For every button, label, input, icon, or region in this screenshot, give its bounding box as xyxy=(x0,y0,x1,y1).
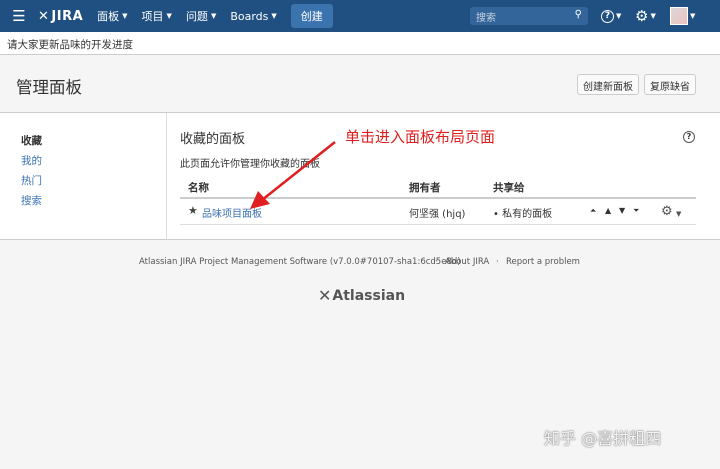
column-header-name[interactable]: 名称 xyxy=(188,180,209,195)
star-icon[interactable]: ★ xyxy=(188,204,198,217)
jira-logo-mark-icon: ✕ xyxy=(38,8,50,24)
chevron-down-icon: ▼ xyxy=(122,12,128,20)
column-header-shared: 共享给 xyxy=(493,182,525,194)
column-header-owner: 拥有者 xyxy=(409,182,441,194)
sidebar-item-search[interactable]: 搜索 xyxy=(21,191,42,211)
help-icon[interactable]: ? xyxy=(683,131,695,143)
footer-version: Atlassian JIRA Project Management Softwa… xyxy=(139,257,461,267)
chevron-down-icon[interactable]: ▼ xyxy=(676,210,681,218)
chevron-down-icon: ▼ xyxy=(210,12,217,20)
announcement-banner: 请大家更新品味的开发进度 xyxy=(0,32,720,55)
avatar xyxy=(670,7,688,25)
footer-separator: · xyxy=(435,257,438,267)
user-profile-menu[interactable]: ▼ xyxy=(670,0,695,32)
nav-issues-menu[interactable]: 问题 ▼ xyxy=(186,8,216,24)
chevron-down-icon: ▼ xyxy=(166,12,172,20)
board-share: • 私有的面板 xyxy=(493,209,553,220)
nav-projects-menu[interactable]: 项目 ▼ xyxy=(142,8,172,24)
atlassian-logo[interactable]: ✕ Atlassian xyxy=(318,286,405,305)
create-board-button[interactable]: 创建新面板 xyxy=(577,74,639,95)
watermark: 知乎 @喜拼粗四 xyxy=(544,429,662,448)
create-button[interactable]: 创建 xyxy=(290,4,333,28)
instruction-annotation: 单击进入面板布局页面 xyxy=(345,128,496,146)
page-title: 管理面板 xyxy=(16,78,82,97)
table-row-divider xyxy=(180,224,696,225)
sidebar-item-favorites[interactable]: 收藏 xyxy=(21,131,42,151)
help-menu[interactable]: ? ▼ xyxy=(601,0,621,32)
chevron-down-icon: ▼ xyxy=(271,12,277,20)
footer-separator: · xyxy=(496,257,499,267)
move-down-icon[interactable]: ▼ xyxy=(619,206,625,215)
chevron-down-icon: ▼ xyxy=(650,12,656,20)
sidebar-item-popular[interactable]: 热门 xyxy=(21,171,42,191)
table-header-divider xyxy=(180,197,696,199)
sidebar-divider xyxy=(166,113,167,240)
board-owner: 何坚强 (hjq) xyxy=(409,209,466,220)
sidebar-nav: 收藏 我的 热门 搜索 xyxy=(21,131,42,211)
about-jira-link[interactable]: About JIRA xyxy=(445,257,489,267)
atlassian-logo-mark-icon: ✕ xyxy=(318,286,332,305)
sidebar-item-mine[interactable]: 我的 xyxy=(21,151,42,171)
search-icon: ⚲ xyxy=(574,9,582,20)
jira-logo[interactable]: ✕ JIRA xyxy=(38,9,83,24)
move-up-icon[interactable]: ▲ xyxy=(605,206,611,215)
chevron-down-icon: ▼ xyxy=(616,12,622,20)
restore-default-button[interactable]: 复原缺省 xyxy=(644,74,696,95)
gear-icon[interactable]: ⚙ xyxy=(661,204,673,219)
section-title: 收藏的面板 xyxy=(180,132,246,147)
chevron-down-icon: ▼ xyxy=(690,12,696,20)
gear-icon: ⚙ xyxy=(635,7,649,25)
board-name-link[interactable]: 品味项目面板 xyxy=(202,205,262,220)
move-to-top-icon[interactable]: ⏶ xyxy=(590,206,596,216)
search-input[interactable]: 搜索 ⚲ xyxy=(470,7,588,25)
report-problem-link[interactable]: Report a problem xyxy=(506,257,580,267)
section-description: 此页面允许你管理你收藏的面板 xyxy=(180,159,320,170)
move-to-bottom-icon[interactable]: ⏷ xyxy=(633,206,639,216)
nav-dashboards-menu[interactable]: 面板 ▼ xyxy=(97,8,127,24)
help-icon: ? xyxy=(601,9,614,23)
nav-boards-menu[interactable]: Boards ▼ xyxy=(230,10,276,23)
settings-menu[interactable]: ⚙ ▼ xyxy=(635,0,656,32)
app-switcher-menu-icon[interactable]: ☰ xyxy=(0,0,38,32)
